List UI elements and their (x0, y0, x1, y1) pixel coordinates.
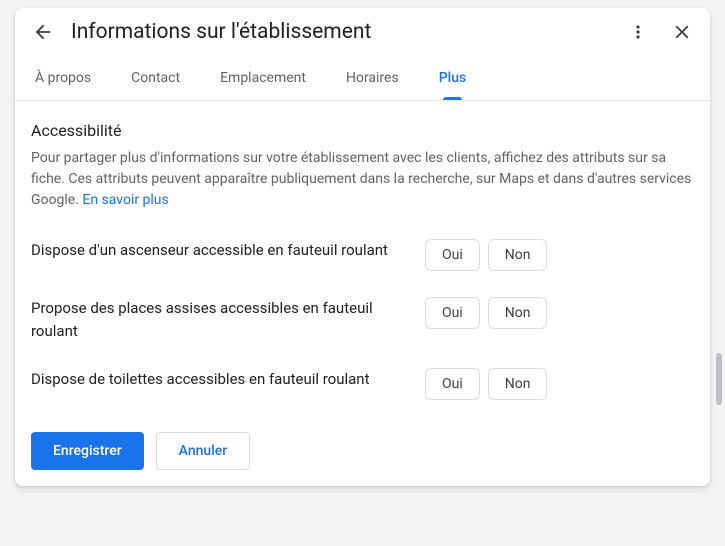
tab-about[interactable]: À propos (31, 56, 95, 100)
no-button[interactable]: Non (488, 239, 548, 271)
business-info-dialog: Informations sur l'établissement À propo… (15, 8, 710, 486)
save-button[interactable]: Enregistrer (31, 432, 144, 470)
more-options-button[interactable] (626, 20, 650, 44)
close-button[interactable] (670, 20, 694, 44)
yes-button[interactable]: Oui (425, 239, 480, 271)
learn-more-link[interactable]: En savoir plus (82, 192, 168, 208)
close-icon (671, 21, 693, 43)
dialog-title: Informations sur l'établissement (71, 20, 610, 44)
scrollbar-track (714, 8, 722, 546)
cancel-button[interactable]: Annuler (156, 432, 251, 470)
dialog-content: Accessibilité Pour partager plus d'infor… (15, 101, 710, 486)
scrollbar-thumb[interactable] (716, 353, 722, 405)
tab-contact[interactable]: Contact (127, 56, 184, 100)
dialog-header: Informations sur l'établissement (15, 8, 710, 56)
tab-bar: À propos Contact Emplacement Horaires Pl… (15, 56, 710, 101)
attribute-label: Propose des places assises accessibles e… (31, 297, 401, 342)
toggle-group: Oui Non (425, 368, 547, 400)
arrow-back-icon (32, 21, 54, 43)
no-button[interactable]: Non (488, 368, 548, 400)
section-title: Accessibilité (31, 121, 694, 140)
yes-button[interactable]: Oui (425, 368, 480, 400)
toggle-group: Oui Non (425, 297, 547, 329)
attribute-row-elevator: Dispose d'un ascenseur accessible en fau… (31, 239, 694, 271)
section-description: Pour partager plus d'informations sur vo… (31, 148, 694, 211)
toggle-group: Oui Non (425, 239, 547, 271)
attribute-label: Dispose de toilettes accessibles en faut… (31, 368, 401, 391)
back-button[interactable] (31, 20, 55, 44)
tab-location[interactable]: Emplacement (216, 56, 310, 100)
no-button[interactable]: Non (488, 297, 548, 329)
attribute-label: Dispose d'un ascenseur accessible en fau… (31, 239, 401, 262)
attribute-row-seating: Propose des places assises accessibles e… (31, 297, 694, 342)
more-vert-icon (628, 22, 648, 42)
tab-more[interactable]: Plus (435, 56, 471, 100)
yes-button[interactable]: Oui (425, 297, 480, 329)
dialog-footer: Enregistrer Annuler (31, 426, 694, 470)
tab-hours[interactable]: Horaires (342, 56, 403, 100)
attribute-row-restroom: Dispose de toilettes accessibles en faut… (31, 368, 694, 400)
header-actions (626, 20, 694, 44)
